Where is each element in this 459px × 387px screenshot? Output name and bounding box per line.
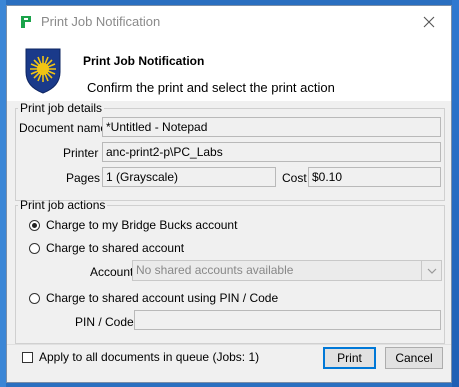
charge-bridge-bucks-label: Charge to my Bridge Bucks account	[46, 218, 238, 232]
charge-shared-pin-radio[interactable]	[29, 292, 40, 304]
charge-bridge-bucks-option[interactable]: Charge to my Bridge Bucks account	[29, 218, 237, 232]
title-bar: Print Job Notification	[7, 6, 451, 37]
charge-shared-account-radio[interactable]	[29, 242, 40, 254]
document-name-field: *Untitled - Notepad	[102, 117, 441, 137]
document-name-label: Document name	[19, 121, 108, 135]
shared-account-dropdown[interactable]: No shared accounts available	[132, 260, 442, 281]
apply-to-all-option[interactable]: Apply to all documents in queue (Jobs: 1…	[22, 350, 259, 364]
window-title: Print Job Notification	[41, 14, 161, 29]
print-button[interactable]: Print	[323, 347, 376, 369]
desktop-background-right	[452, 0, 459, 387]
chevron-down-icon	[427, 268, 436, 274]
close-button[interactable]	[407, 6, 451, 37]
shared-account-dropdown-value: No shared accounts available	[136, 263, 294, 277]
apply-to-all-checkbox[interactable]	[22, 351, 33, 363]
print-job-details-legend: Print job details	[20, 101, 103, 115]
cancel-button[interactable]: Cancel	[385, 347, 443, 369]
cost-label: Cost	[282, 171, 307, 185]
account-label: Account	[90, 265, 134, 279]
charge-shared-pin-option[interactable]: Charge to shared account using PIN / Cod…	[29, 291, 278, 305]
charge-shared-account-label: Charge to shared account	[46, 241, 185, 255]
pin-code-label: PIN / Code	[75, 315, 134, 329]
printer-field: anc-print2-p\PC_Labs	[102, 142, 441, 162]
print-app-icon	[21, 16, 31, 28]
pages-field: 1 (Grayscale)	[102, 167, 276, 187]
print-job-dialog: Print Job Notification Print Job Notific…	[6, 5, 452, 383]
charge-shared-account-option[interactable]: Charge to shared account	[29, 241, 184, 255]
charge-shared-pin-label: Charge to shared account using PIN / Cod…	[46, 291, 279, 305]
dialog-header: Print Job Notification Confirm the print…	[7, 37, 451, 101]
footer-separator	[7, 344, 451, 345]
dialog-heading: Print Job Notification	[83, 54, 205, 68]
cost-field: $0.10	[308, 167, 441, 187]
apply-to-all-label: Apply to all documents in queue (Jobs: 1…	[39, 350, 260, 364]
dialog-subheading: Confirm the print and select the print a…	[87, 80, 335, 95]
printer-label: Printer	[63, 146, 99, 160]
print-job-actions-legend: Print job actions	[20, 198, 106, 212]
dropdown-arrow[interactable]	[421, 261, 441, 280]
pin-code-field[interactable]	[134, 310, 441, 330]
charge-bridge-bucks-radio[interactable]	[29, 219, 40, 231]
university-crest-icon	[25, 48, 61, 94]
close-icon	[423, 16, 435, 27]
pages-label: Pages	[66, 171, 101, 185]
